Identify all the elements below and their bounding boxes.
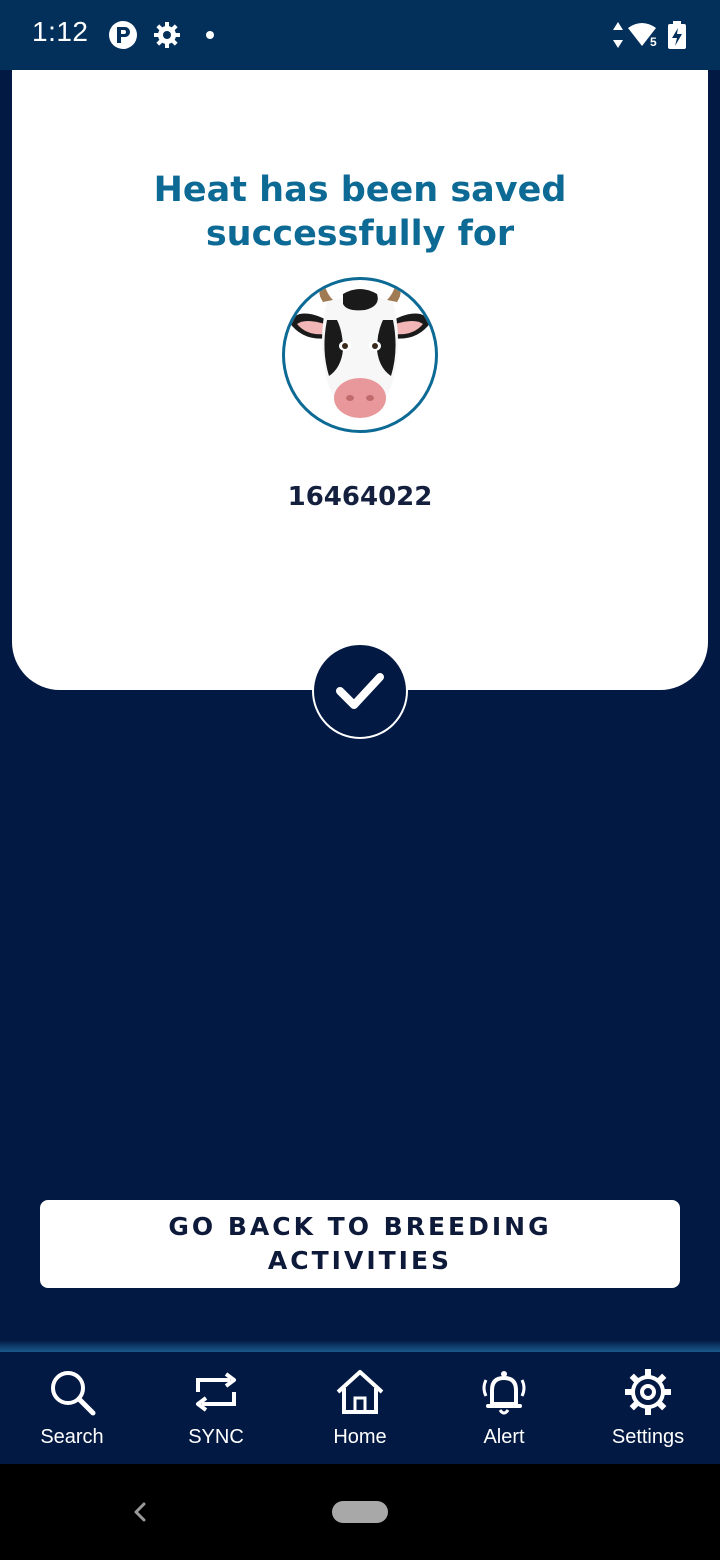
app-p-icon xyxy=(109,21,137,49)
cow-avatar xyxy=(282,277,438,433)
dot-icon xyxy=(206,31,214,39)
cow-face-icon xyxy=(289,286,431,418)
nav-divider xyxy=(0,1340,720,1352)
back-chevron-icon[interactable] xyxy=(126,1498,154,1526)
wifi-icon: 5 xyxy=(628,23,657,49)
status-time: 1:12 xyxy=(32,16,89,47)
go-back-to-breeding-activities-button[interactable]: GO BACK TO BREEDING ACTIVITIES xyxy=(40,1200,680,1288)
bottom-nav: Search SYNC Home Alert Settings xyxy=(0,1352,720,1464)
nav-label-sync: SYNC xyxy=(188,1426,244,1448)
gear-icon xyxy=(154,22,180,48)
nav-item-home[interactable]: Home xyxy=(288,1352,432,1464)
svg-text:5: 5 xyxy=(650,35,657,49)
nav-item-alert[interactable]: Alert xyxy=(432,1352,576,1464)
status-bar: 1:12 5 xyxy=(0,0,720,70)
gear-icon xyxy=(625,1369,671,1415)
system-nav-bar xyxy=(0,1464,720,1560)
nav-label-alert: Alert xyxy=(483,1426,525,1448)
data-arrows-icon xyxy=(613,22,623,48)
nav-item-search[interactable]: Search xyxy=(0,1352,144,1464)
sync-icon xyxy=(196,1372,236,1412)
nav-item-settings[interactable]: Settings xyxy=(576,1352,720,1464)
animal-id: 16464022 xyxy=(287,482,433,512)
bell-icon xyxy=(482,1371,526,1415)
screen: 1:12 5 Heat has been saved successfully … xyxy=(0,0,720,1560)
nav-item-sync[interactable]: SYNC xyxy=(144,1352,288,1464)
battery-charging-icon xyxy=(668,21,686,49)
checkmark-icon xyxy=(336,673,384,709)
nav-label-home: Home xyxy=(333,1426,387,1448)
search-icon xyxy=(51,1371,96,1416)
nav-label-settings: Settings xyxy=(611,1426,685,1448)
success-badge xyxy=(312,643,408,739)
success-title: Heat has been saved successfully for xyxy=(153,170,567,254)
home-icon xyxy=(336,1370,384,1414)
nav-label-search: Search xyxy=(40,1426,104,1448)
success-card: Heat has been saved successfully for 164… xyxy=(12,70,708,690)
home-pill[interactable] xyxy=(332,1501,388,1523)
